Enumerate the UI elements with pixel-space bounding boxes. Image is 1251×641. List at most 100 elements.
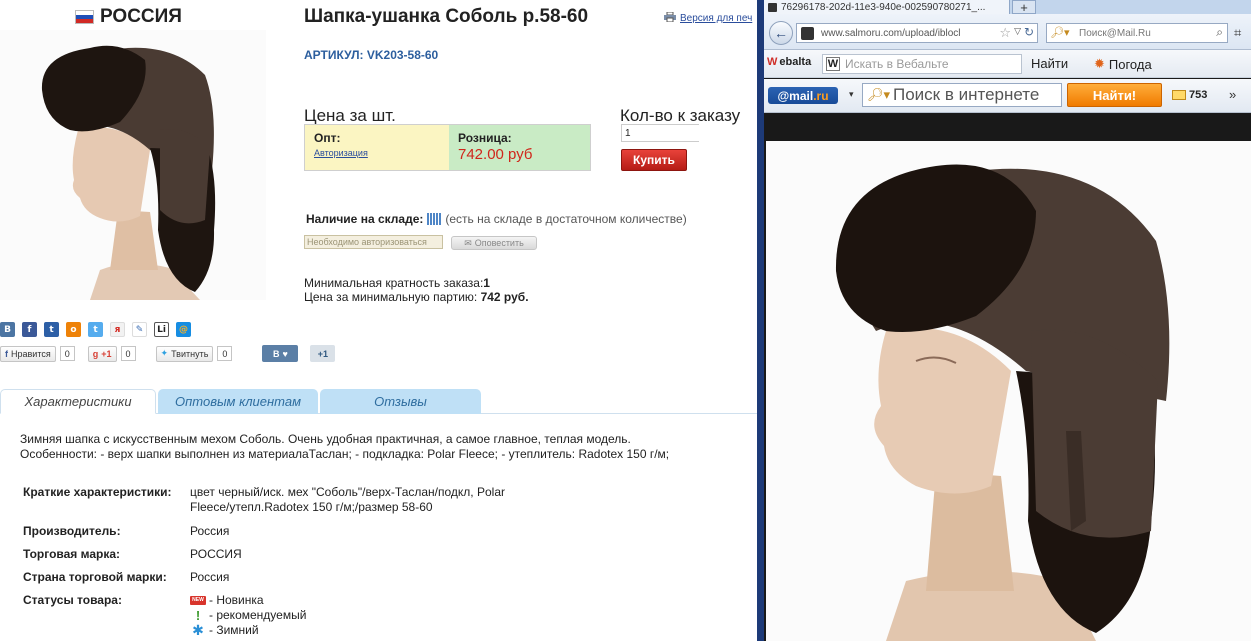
- stock-level-icon: [427, 213, 442, 225]
- spec-value: Россия: [190, 524, 230, 538]
- address-bar[interactable]: www.salmoru.com/upload/iblocl ☆ ▽ ↻: [796, 23, 1038, 43]
- new-badge-icon: NEW: [190, 596, 206, 605]
- mailru-logo-ru: .ru: [813, 88, 829, 103]
- navigation-toolbar: ← www.salmoru.com/upload/iblocl ☆ ▽ ↻ 🔎︎…: [764, 14, 1251, 50]
- social-buttons-row: f Нравится 0 g +1 0 ✦ Твитнуть 0 В ♥ +1: [0, 345, 336, 362]
- min-order-value: 1: [483, 276, 490, 290]
- gplus-count: 0: [120, 346, 136, 361]
- gplus-icon: g: [92, 348, 99, 359]
- spec-key: Краткие характеристики:: [23, 485, 172, 499]
- share-icons-row: В f t о t я ✎ Li @: [0, 322, 191, 337]
- twitter-share-icon[interactable]: t: [44, 322, 59, 337]
- webalta-logo[interactable]: Webalta: [767, 56, 811, 68]
- gplus-button[interactable]: g +1: [87, 345, 117, 362]
- print-version-label[interactable]: Версия для печ: [680, 13, 752, 24]
- mailru-search-input[interactable]: 🔎︎▾ Поиск в интернете: [862, 83, 1062, 107]
- buy-button[interactable]: Купить: [621, 149, 687, 171]
- tweet-label: Твитнуть: [171, 348, 209, 359]
- facebook-like-label: Нравится: [11, 348, 51, 359]
- search-box[interactable]: 🔎︎▾ Поиск@Mail.Ru ⌕: [1046, 23, 1228, 43]
- more-chevron-icon[interactable]: »: [1229, 87, 1236, 102]
- status-item: NEW - Новинка: [190, 593, 723, 608]
- bookmark-star-icon[interactable]: ☆: [999, 25, 1011, 41]
- brand-label: РОССИЯ: [100, 6, 182, 27]
- yandex-share-icon[interactable]: я: [110, 322, 125, 337]
- spec-row: Производитель: Россия: [23, 524, 723, 547]
- browser-viewport: [764, 114, 1251, 641]
- print-version-link[interactable]: Версия для печ: [664, 11, 752, 25]
- price-box: Опт: Авторизация Розница: 742.00 руб: [304, 124, 591, 171]
- spec-key: Торговая марка:: [23, 547, 121, 561]
- retail-label: Розница:: [458, 131, 512, 145]
- odnoklassniki-share-icon[interactable]: о: [66, 322, 81, 337]
- min-order-info: Минимальная кратность заказа:1 Цена за м…: [304, 276, 529, 304]
- mailru-logo[interactable]: @mail .ru: [768, 87, 838, 104]
- search-icon[interactable]: ⌕: [1216, 25, 1223, 40]
- webalta-find-button[interactable]: Найти: [1031, 56, 1068, 71]
- reload-icon[interactable]: ↻: [1024, 25, 1034, 39]
- window-divider: [757, 0, 764, 641]
- authorization-link[interactable]: Авторизация: [314, 148, 440, 158]
- mailru-share-icon[interactable]: @: [176, 322, 191, 337]
- vk-like-button[interactable]: В ♥: [262, 345, 299, 362]
- min-price-label: Цена за минимальную партию:: [304, 290, 478, 304]
- min-order-label: Минимальная кратность заказа:: [304, 276, 484, 290]
- sun-icon: ✹: [1094, 56, 1105, 71]
- heart-icon: ♥: [282, 348, 288, 359]
- tweet-share-icon[interactable]: t: [88, 322, 103, 337]
- stock-description: (есть на складе в достаточном количестве…: [445, 212, 687, 226]
- chevron-down-icon[interactable]: ▾: [849, 89, 854, 100]
- tab-characteristics[interactable]: Характеристики: [0, 389, 156, 414]
- browser-tab[interactable]: 76296178-202d-11e3-940e-002590780271_...: [764, 0, 1010, 14]
- brand-heading: РОССИЯ: [75, 6, 182, 28]
- new-tab-button[interactable]: +: [1012, 0, 1036, 15]
- description-line: Зимняя шапка с искусственным мехом Собол…: [20, 432, 631, 446]
- spec-key: Статусы товара:: [23, 593, 122, 607]
- stock-label: Наличие на складе:: [306, 212, 424, 226]
- site-favicon-icon: [801, 27, 814, 40]
- mailru-find-button[interactable]: Найти!: [1067, 83, 1162, 107]
- russia-flag-icon: [75, 10, 94, 24]
- stock-status: Наличие на складе: (есть на складе в дос…: [306, 212, 687, 226]
- facebook-share-icon[interactable]: f: [22, 322, 37, 337]
- printer-icon: [664, 11, 676, 25]
- tab-favicon-icon: [768, 2, 777, 12]
- spec-row: Страна торговой марки: Россия: [23, 570, 723, 593]
- tab-reviews[interactable]: Отзывы: [320, 389, 481, 414]
- liveinternet-share-icon[interactable]: Li: [154, 322, 169, 337]
- browser-window: 76296178-202d-11e3-940e-002590780271_...…: [764, 0, 1251, 641]
- tweet-button[interactable]: ✦ Твитнуть: [155, 345, 214, 362]
- vkontakte-share-icon[interactable]: В: [0, 322, 15, 337]
- facebook-like-button[interactable]: f Нравится: [0, 345, 56, 362]
- need-auth-field: Необходимо авторизоваться: [304, 235, 443, 249]
- weather-button[interactable]: ✹ Погода: [1094, 56, 1152, 72]
- product-photo[interactable]: [0, 30, 266, 300]
- history-dropdown-icon[interactable]: ▽: [1014, 26, 1021, 37]
- mailru-toolbar: @mail .ru ▾ 🔎︎▾ Поиск в интернете Найти! …: [764, 79, 1251, 113]
- spec-value: цвет черный/иск. мех "Соболь"/верх-Тасла…: [190, 485, 505, 514]
- enlarged-product-photo[interactable]: [766, 141, 1251, 641]
- spec-row-statuses: Статусы товара: NEW - Новинка ! - рекоме…: [23, 593, 723, 638]
- livejournal-share-icon[interactable]: ✎: [132, 322, 147, 337]
- wholesale-price-cell: Опт: Авторизация: [305, 125, 449, 170]
- retail-price-value: 742.00 руб: [458, 146, 533, 163]
- webalta-search-input[interactable]: W Искать в Вебальте: [822, 54, 1022, 74]
- mail-count: 753: [1189, 89, 1208, 101]
- product-tabs: Характеристики Оптовым клиентам Отзывы: [0, 389, 757, 414]
- toolbar-chevron-icon[interactable]: ⌗: [1234, 25, 1241, 41]
- notify-button[interactable]: ✉ Оповестить: [451, 236, 537, 250]
- spec-value: Россия: [190, 570, 230, 584]
- min-price-value: 742 руб.: [480, 290, 529, 304]
- address-text: www.salmoru.com/upload/iblocl: [821, 27, 961, 39]
- envelope-icon: ✉: [464, 237, 472, 248]
- fur-hat-image: [0, 30, 266, 300]
- mail-counter[interactable]: 753: [1172, 89, 1207, 101]
- product-page: РОССИЯ Шапка-ушанка Соболь р.58-60 Верси…: [0, 0, 757, 641]
- back-arrow-icon: ←: [774, 25, 788, 41]
- facebook-like-count: 0: [59, 346, 75, 361]
- back-button[interactable]: ←: [769, 21, 793, 45]
- quantity-input[interactable]: [621, 124, 699, 142]
- tab-wholesale[interactable]: Оптовым клиентам: [158, 389, 318, 414]
- facebook-icon: f: [5, 348, 8, 359]
- search-engine-icon: 🔎︎▾: [867, 87, 891, 102]
